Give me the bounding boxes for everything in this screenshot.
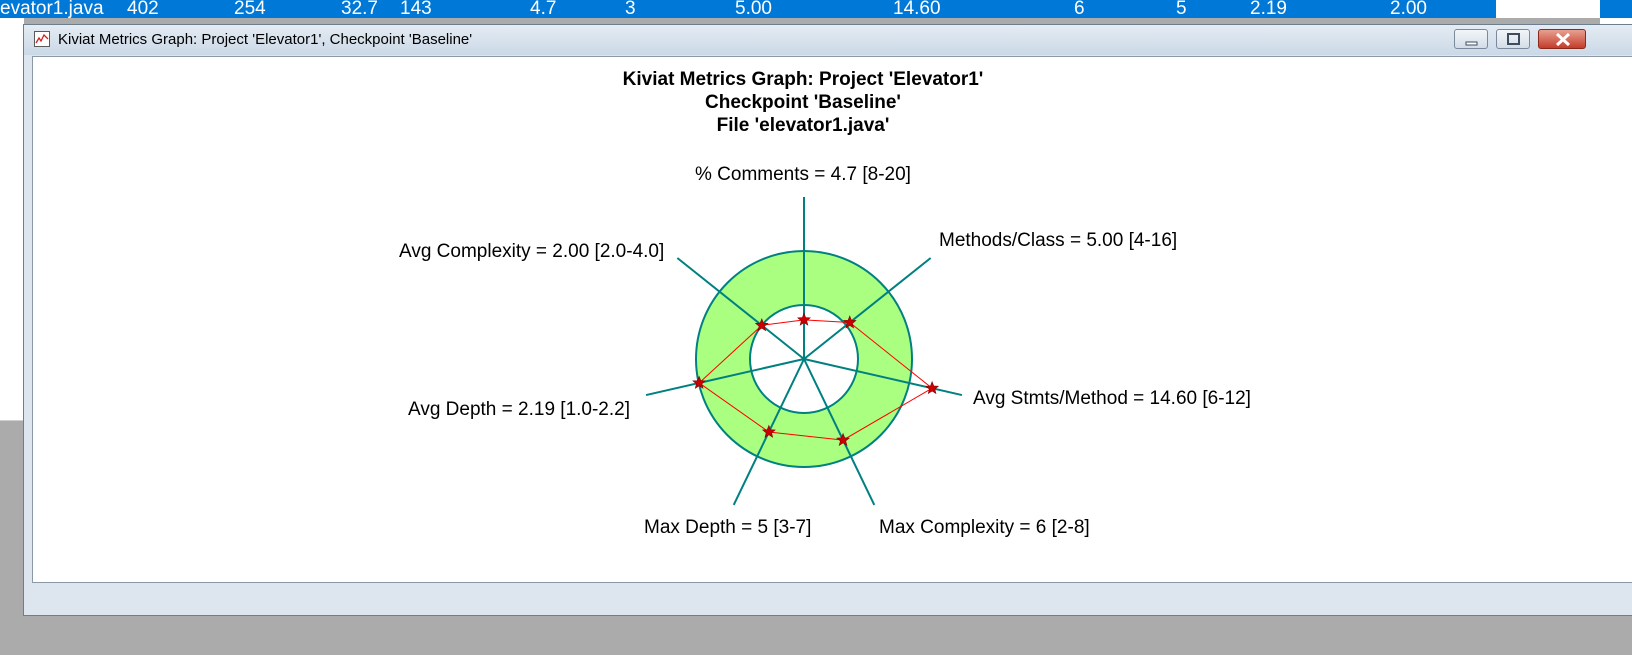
minimize-icon <box>1465 41 1478 46</box>
background-panel <box>0 18 24 421</box>
axis-label-avg-depth: Avg Depth = 2.19 [1.0-2.2] <box>408 399 630 420</box>
graph-canvas: Kiviat Metrics Graph: Project 'Elevator1… <box>32 56 1632 583</box>
table-cell: 143 <box>400 0 432 18</box>
window-title: Kiviat Metrics Graph: Project 'Elevator1… <box>58 31 473 48</box>
table-cell: 5.00 <box>735 0 772 18</box>
table-cell: 402 <box>127 0 159 18</box>
kiviat-chart <box>645 197 963 506</box>
file-name-cell: evator1.java <box>0 0 104 18</box>
axis-label-comments: % Comments = 4.7 [8-20] <box>695 164 911 185</box>
table-cell: 2.19 <box>1250 0 1287 18</box>
close-icon <box>1555 32 1571 47</box>
table-cell: 14.60 <box>893 0 941 18</box>
table-cell: 254 <box>234 0 266 18</box>
background-table-row[interactable]: evator1.java 402 254 32.7 143 4.7 3 5.00… <box>0 0 1496 18</box>
background-cell-blank <box>1496 0 1600 18</box>
line-graph-icon[interactable] <box>34 31 50 47</box>
minimize-button[interactable] <box>1454 29 1488 49</box>
maximize-icon <box>1507 33 1520 45</box>
axis-label-methods-per-class: Methods/Class = 5.00 [4-16] <box>939 230 1178 251</box>
close-button[interactable] <box>1538 29 1586 49</box>
table-cell: 2.00 <box>1390 0 1427 18</box>
table-cell: 4.7 <box>530 0 557 18</box>
axis-label-avg-stmts-per-method: Avg Stmts/Method = 14.60 [6-12] <box>973 388 1251 409</box>
kiviat-window[interactable]: Kiviat Metrics Graph: Project 'Elevator1… <box>23 24 1632 616</box>
title-bar[interactable]: Kiviat Metrics Graph: Project 'Elevator1… <box>24 25 1632 55</box>
table-cell: 5 <box>1176 0 1187 18</box>
axis-label-avg-complexity: Avg Complexity = 2.00 [2.0-4.0] <box>399 241 665 262</box>
table-cell: 6 <box>1074 0 1085 18</box>
metric-point-marker <box>925 380 940 395</box>
axis-label-max-depth: Max Depth = 5 [3-7] <box>644 517 812 538</box>
table-cell: 3 <box>625 0 636 18</box>
background-cell <box>1600 0 1632 18</box>
maximize-button[interactable] <box>1496 29 1530 49</box>
axis-label-max-complexity: Max Complexity = 6 [2-8] <box>879 517 1090 538</box>
table-cell: 32.7 <box>341 0 378 18</box>
